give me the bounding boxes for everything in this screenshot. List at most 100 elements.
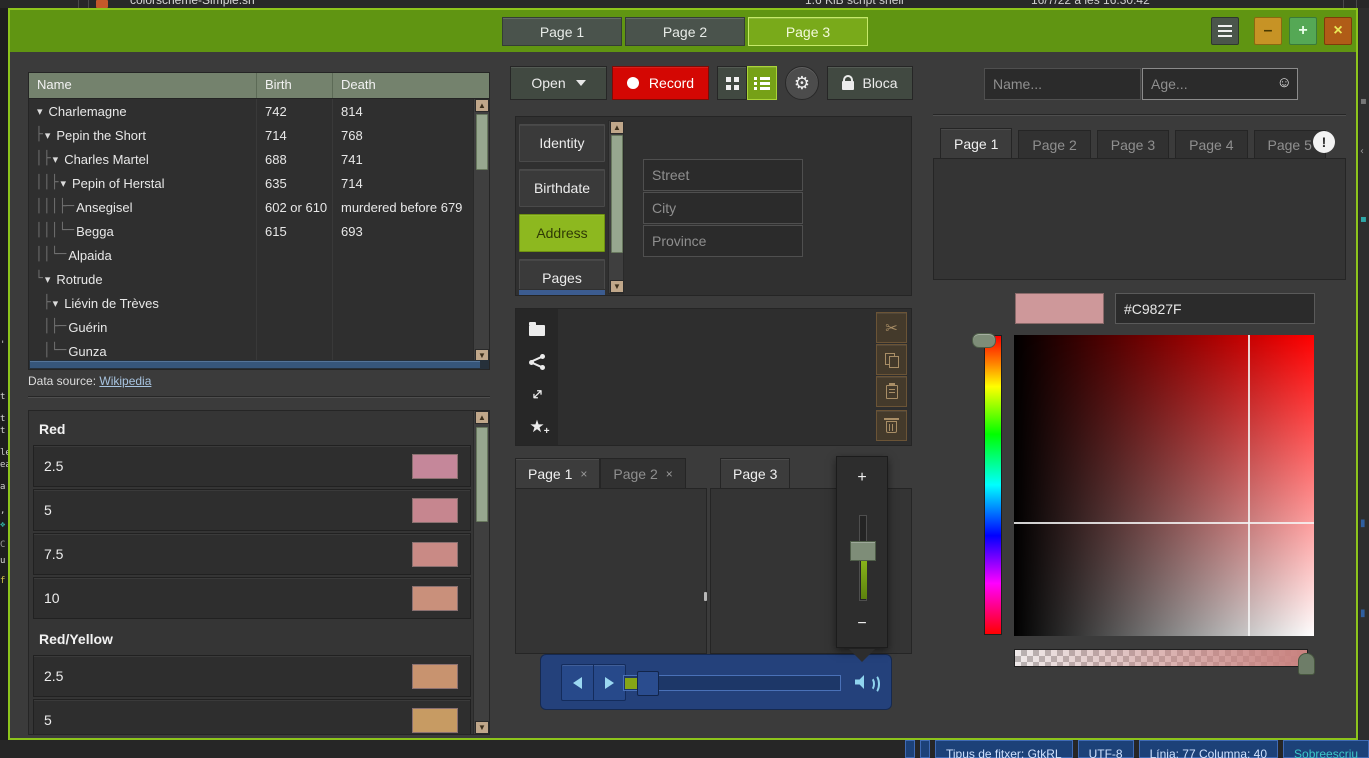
city-field[interactable] bbox=[643, 192, 803, 224]
open-folder-icon[interactable] bbox=[526, 319, 548, 341]
delete-button[interactable] bbox=[876, 410, 907, 441]
tab-page-2[interactable]: Page 2× bbox=[600, 458, 685, 488]
record-button[interactable]: Record bbox=[612, 66, 709, 100]
age-field[interactable] bbox=[1142, 68, 1298, 100]
paste-button[interactable] bbox=[876, 376, 907, 407]
tree-horizontal-scrollbar[interactable] bbox=[29, 360, 489, 369]
color-list-row[interactable]: 2.5 bbox=[33, 445, 471, 487]
open-button[interactable]: Open bbox=[510, 66, 607, 100]
alpha-slider-handle[interactable] bbox=[1298, 653, 1315, 675]
titlebar-tab[interactable]: Page 1 bbox=[502, 17, 622, 46]
list-scrollbar-thumb[interactable] bbox=[476, 427, 488, 522]
list-vertical-scrollbar[interactable]: ▲ ▼ bbox=[473, 411, 489, 734]
table-row[interactable]: ││└─Alpaida bbox=[29, 243, 473, 267]
paned-resize-handle[interactable] bbox=[704, 592, 707, 601]
sidebar-item-pages[interactable]: Pages bbox=[519, 259, 605, 289]
name-field[interactable] bbox=[984, 68, 1141, 100]
grid-view-button[interactable] bbox=[717, 66, 747, 100]
tab-page-3[interactable]: Page 3 bbox=[720, 458, 790, 488]
scroll-down-icon[interactable]: ▼ bbox=[610, 280, 624, 293]
maximize-button[interactable]: + bbox=[1289, 17, 1317, 45]
tab-page-1[interactable]: Page 1× bbox=[515, 458, 600, 488]
hue-slider[interactable] bbox=[984, 335, 1002, 635]
wikipedia-link[interactable]: Wikipedia bbox=[99, 374, 151, 388]
table-row[interactable]: ││├▾Pepin of Herstal635714 bbox=[29, 171, 473, 195]
table-row[interactable]: │├─Guérin bbox=[29, 315, 473, 339]
table-row[interactable]: └▾Rotrude bbox=[29, 267, 473, 291]
titlebar-tab[interactable]: Page 3 bbox=[748, 17, 868, 46]
sidebar-item-birthdate[interactable]: Birthdate bbox=[519, 169, 605, 207]
column-header-death[interactable]: Death bbox=[333, 73, 473, 98]
tab-page-4[interactable]: Page 4 bbox=[1175, 130, 1247, 158]
table-row[interactable]: │└─Gunza bbox=[29, 339, 473, 362]
star-new-icon[interactable]: ★+ bbox=[526, 415, 548, 437]
cut-button[interactable]: ✂ bbox=[876, 312, 907, 343]
street-field[interactable] bbox=[643, 159, 803, 191]
table-row[interactable]: │├▾Charles Martel688741 bbox=[29, 147, 473, 171]
volume-slider-handle[interactable] bbox=[850, 541, 876, 561]
close-tab-icon[interactable]: × bbox=[580, 467, 587, 481]
color-row-swatch bbox=[412, 542, 458, 567]
settings-button[interactable]: ⚙ bbox=[785, 66, 819, 100]
data-source-note: Data source: Wikipedia bbox=[28, 374, 151, 388]
list-view-button[interactable] bbox=[747, 66, 777, 100]
form-sidebar-scrollbar[interactable]: ▲ ▼ bbox=[608, 120, 624, 294]
table-row[interactable]: │││├─Ansegisel602 or 610murdered before … bbox=[29, 195, 473, 219]
expander-icon[interactable]: ▾ bbox=[45, 273, 51, 286]
form-scrollbar-thumb[interactable] bbox=[611, 135, 623, 253]
color-row-label: 10 bbox=[34, 590, 60, 606]
scroll-up-icon[interactable]: ▲ bbox=[610, 121, 624, 134]
volume-increase-button[interactable]: + bbox=[837, 469, 887, 487]
scroll-down-icon[interactable]: ▼ bbox=[475, 721, 489, 734]
color-list-row[interactable]: 7.5 bbox=[33, 533, 471, 575]
expander-icon[interactable]: ▾ bbox=[45, 129, 51, 142]
color-list-row[interactable]: 10 bbox=[33, 577, 471, 619]
volume-decrease-button[interactable]: − bbox=[837, 615, 887, 633]
volume-button[interactable] bbox=[855, 673, 877, 691]
tree-hscrollbar-thumb[interactable] bbox=[30, 361, 480, 368]
minimize-button[interactable]: – bbox=[1254, 17, 1282, 45]
tab-page-2[interactable]: Page 2 bbox=[1018, 130, 1090, 158]
sidebar-item-identity[interactable]: Identity bbox=[519, 124, 605, 162]
table-row[interactable]: ├▾Pepin the Short714768 bbox=[29, 123, 473, 147]
column-header-birth[interactable]: Birth bbox=[257, 73, 333, 98]
alpha-slider[interactable] bbox=[1014, 649, 1308, 667]
color-swatch-button[interactable] bbox=[1015, 293, 1104, 324]
seek-slider-handle[interactable] bbox=[637, 671, 659, 696]
smiley-icon[interactable]: ☺ bbox=[1277, 74, 1292, 91]
fullscreen-icon[interactable]: ↔ bbox=[526, 383, 548, 405]
color-list-row[interactable]: 2.5 bbox=[33, 655, 471, 697]
titlebar-tab[interactable]: Page 2 bbox=[625, 17, 745, 46]
tab-page-3[interactable]: Page 3 bbox=[1097, 130, 1169, 158]
table-row[interactable]: ├▾Liévin de Trèves bbox=[29, 291, 473, 315]
tree-vertical-scrollbar[interactable]: ▲ ▼ bbox=[473, 99, 489, 362]
close-tab-icon[interactable]: × bbox=[666, 467, 673, 481]
warning-badge-icon[interactable]: ! bbox=[1313, 131, 1335, 153]
copy-button[interactable] bbox=[876, 344, 907, 375]
scroll-up-icon[interactable]: ▲ bbox=[475, 411, 489, 424]
tab-page-1[interactable]: Page 1 bbox=[940, 128, 1012, 158]
hue-slider-handle[interactable] bbox=[972, 333, 996, 348]
expander-icon[interactable]: ▾ bbox=[53, 297, 59, 310]
color-list-row[interactable]: 5 bbox=[33, 699, 471, 735]
hex-color-field[interactable] bbox=[1115, 293, 1315, 324]
close-button[interactable]: × bbox=[1324, 17, 1352, 45]
titlebar[interactable]: Page 1Page 2Page 3 – + × bbox=[10, 10, 1356, 52]
expander-icon[interactable]: ▾ bbox=[60, 177, 66, 190]
window-menu-button[interactable] bbox=[1211, 17, 1239, 45]
share-icon[interactable] bbox=[526, 351, 548, 373]
expander-icon[interactable]: ▾ bbox=[53, 153, 59, 166]
sidebar-item-address[interactable]: Address bbox=[519, 214, 605, 252]
previous-button[interactable] bbox=[561, 664, 594, 701]
lock-button[interactable]: Bloca bbox=[827, 66, 913, 100]
column-header-name[interactable]: Name bbox=[29, 73, 257, 98]
table-row[interactable]: ▾Charlemagne742814 bbox=[29, 99, 473, 123]
saturation-value-plane[interactable] bbox=[1014, 335, 1314, 636]
expander-icon[interactable]: ▾ bbox=[37, 105, 43, 118]
next-button[interactable] bbox=[593, 664, 626, 701]
province-field[interactable] bbox=[643, 225, 803, 257]
tree-scrollbar-thumb[interactable] bbox=[476, 114, 488, 170]
scroll-up-icon[interactable]: ▲ bbox=[475, 99, 489, 112]
color-list-row[interactable]: 5 bbox=[33, 489, 471, 531]
table-row[interactable]: │││└─Begga615693 bbox=[29, 219, 473, 243]
